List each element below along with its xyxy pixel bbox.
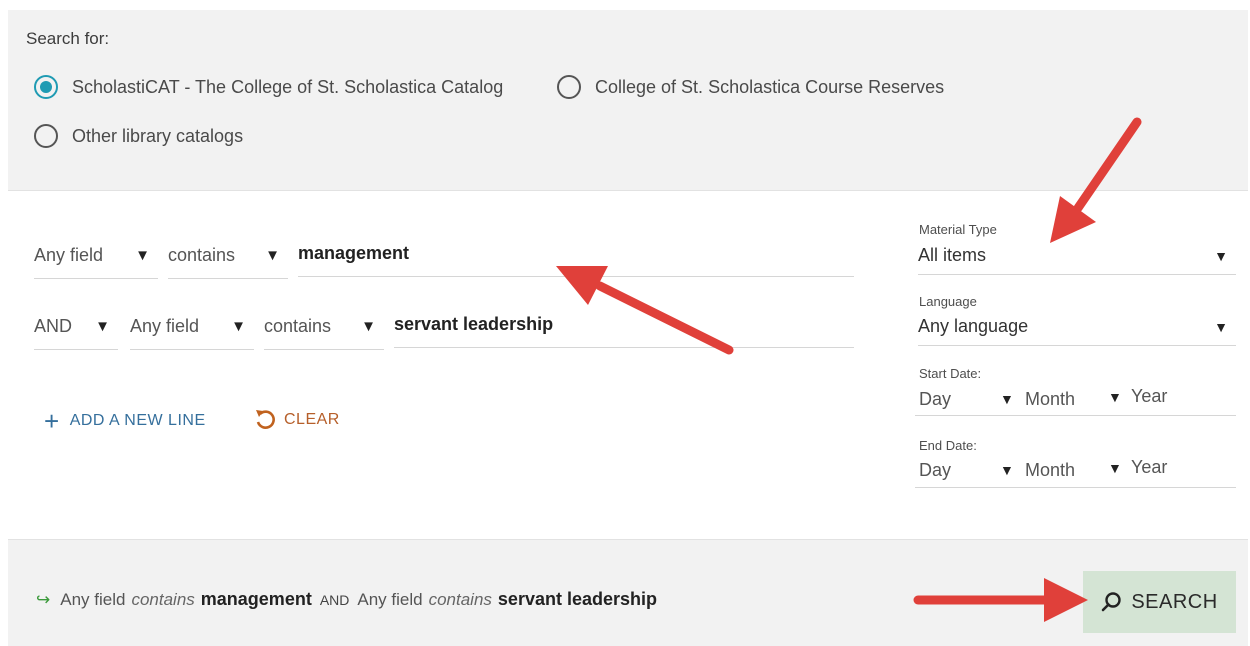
clear-label: CLEAR (284, 411, 340, 428)
language-value: Any language (918, 316, 1029, 336)
start-year-input[interactable]: Year (1131, 386, 1167, 407)
add-new-line-label: ADD A NEW LINE (69, 412, 206, 429)
clear-button[interactable]: CLEAR (254, 408, 340, 432)
caret-down-icon: ▼ (231, 318, 246, 335)
radio-icon[interactable] (34, 124, 58, 148)
row1-field-select[interactable]: Any field ▼ (34, 245, 158, 279)
row2-boolean-value: AND (34, 316, 73, 336)
search-for-label: Search for: (26, 29, 110, 48)
start-date-label: Start Date: (919, 366, 982, 381)
row2-operator-select[interactable]: contains ▼ (264, 316, 384, 350)
end-day-select[interactable]: Day (919, 460, 951, 481)
undo-icon (254, 408, 276, 432)
query-summary: ↪ Any field contains management AND Any … (36, 589, 657, 610)
caret-down-icon: ▼ (361, 318, 376, 335)
row2-field-value: Any field (130, 316, 200, 336)
scope-option-course-reserves[interactable]: College of St. Scholastica Course Reserv… (557, 75, 944, 99)
search-button[interactable]: SEARCH (1083, 571, 1236, 633)
scope-option-label: ScholastiCAT - The College of St. Schola… (72, 76, 504, 97)
scope-option-label: College of St. Scholastica Course Reserv… (595, 76, 945, 97)
start-day-select[interactable]: Day (919, 389, 951, 410)
caret-down-icon: ▼ (1214, 319, 1228, 335)
caret-down-icon: ▼ (1108, 389, 1122, 405)
caret-down-icon: ▼ (1214, 248, 1228, 264)
radio-icon[interactable] (557, 75, 581, 99)
search-scope-panel (8, 10, 1248, 191)
caret-down-icon: ▼ (1000, 462, 1014, 478)
summary-operator: contains (131, 590, 195, 609)
summary-operator: contains (428, 590, 492, 609)
row2-query-text: servant leadership (394, 314, 554, 334)
material-type-label: Material Type (919, 222, 997, 237)
end-year-input[interactable]: Year (1131, 457, 1167, 478)
language-label: Language (919, 294, 977, 309)
caret-down-icon: ▼ (1000, 391, 1014, 407)
caret-down-icon: ▼ (135, 247, 150, 264)
start-month-select[interactable]: Month (1025, 389, 1075, 410)
row2-boolean-select[interactable]: AND ▼ (34, 316, 118, 350)
radio-checked-icon[interactable] (34, 75, 58, 99)
row1-query-text: management (298, 243, 410, 263)
summary-field: Any field (60, 590, 126, 609)
summary-value: servant leadership (497, 589, 657, 609)
caret-down-icon: ▼ (95, 318, 110, 335)
row1-operator-value: contains (168, 245, 236, 265)
caret-down-icon: ▼ (265, 247, 280, 264)
language-select[interactable]: Any language ▼ (918, 316, 1236, 346)
row1-field-value: Any field (34, 245, 104, 265)
magnifier-icon (1102, 592, 1122, 612)
row2-query-input[interactable]: servant leadership (394, 314, 854, 348)
scope-option-other-catalogs[interactable]: Other library catalogs (34, 124, 243, 148)
row2-field-select[interactable]: Any field ▼ (130, 316, 254, 350)
material-type-select[interactable]: All items ▼ (918, 245, 1236, 275)
search-button-label: SEARCH (1131, 590, 1218, 613)
row2-operator-value: contains (264, 316, 332, 336)
row1-query-input[interactable]: management (298, 243, 854, 277)
scope-option-scholasticat[interactable]: ScholastiCAT - The College of St. Schola… (34, 75, 503, 99)
start-date-underline (915, 415, 1236, 416)
summary-value: management (200, 589, 312, 609)
arrow-right-icon: ↪ (36, 590, 51, 609)
row1-operator-select[interactable]: contains ▼ (168, 245, 288, 279)
plus-icon: + (44, 406, 60, 436)
caret-down-icon: ▼ (1108, 460, 1122, 476)
summary-boolean: AND (319, 592, 350, 608)
end-date-label: End Date: (919, 438, 977, 453)
scope-option-label: Other library catalogs (72, 125, 244, 146)
add-new-line-button[interactable]: + ADD A NEW LINE (44, 408, 206, 434)
end-date-underline (915, 487, 1236, 488)
end-month-select[interactable]: Month (1025, 460, 1075, 481)
material-type-value: All items (918, 245, 987, 265)
summary-field: Any field (357, 590, 423, 609)
